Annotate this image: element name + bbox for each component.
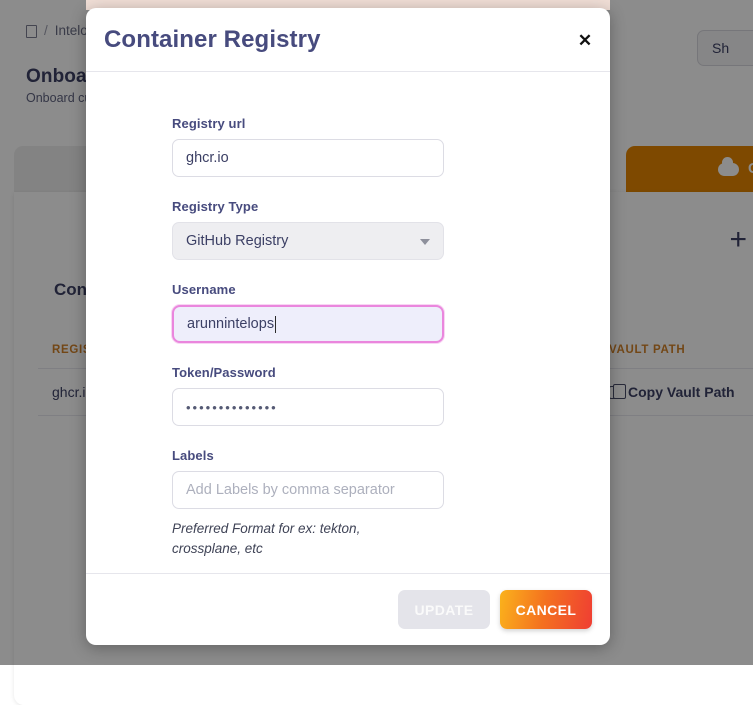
container-registry-dialog: Container Registry ✕ Registry url ghcr.i… (86, 8, 610, 645)
field-registry-url: Registry url ghcr.io (172, 116, 444, 177)
username-input[interactable]: arunnintelops (172, 305, 444, 343)
close-icon[interactable]: ✕ (574, 30, 596, 52)
registry-url-input[interactable]: ghcr.io (172, 139, 444, 177)
chevron-down-icon (420, 239, 430, 245)
registry-url-value: ghcr.io (186, 150, 229, 166)
label-labels: Labels (172, 448, 444, 463)
username-value: arunnintelops (187, 316, 274, 332)
label-token-password: Token/Password (172, 365, 444, 380)
cancel-button[interactable]: CANCEL (500, 590, 592, 629)
labels-helper-text: Preferred Format for ex: tekton, crosspl… (172, 519, 422, 558)
field-registry-type: Registry Type GitHub Registry (172, 199, 444, 260)
field-labels: Labels Add Labels by comma separator (172, 448, 444, 509)
update-button[interactable]: UPDATE (398, 590, 490, 629)
dialog-body: Registry url ghcr.io Registry Type GitHu… (86, 72, 610, 573)
label-username: Username (172, 282, 444, 297)
field-username: Username arunnintelops (172, 282, 444, 343)
text-caret (275, 316, 276, 333)
label-registry-type: Registry Type (172, 199, 444, 214)
labels-placeholder: Add Labels by comma separator (186, 482, 395, 498)
labels-input[interactable]: Add Labels by comma separator (172, 471, 444, 509)
dialog-footer: UPDATE CANCEL (86, 573, 610, 645)
registry-type-value: GitHub Registry (186, 233, 288, 249)
dialog-header: Container Registry ✕ (86, 8, 610, 72)
token-password-input[interactable]: •••••••••••••• (172, 388, 444, 426)
registry-type-select[interactable]: GitHub Registry (172, 222, 444, 260)
label-registry-url: Registry url (172, 116, 444, 131)
dialog-title: Container Registry (104, 26, 321, 54)
token-password-value: •••••••••••••• (186, 400, 278, 415)
field-token-password: Token/Password •••••••••••••• (172, 365, 444, 426)
